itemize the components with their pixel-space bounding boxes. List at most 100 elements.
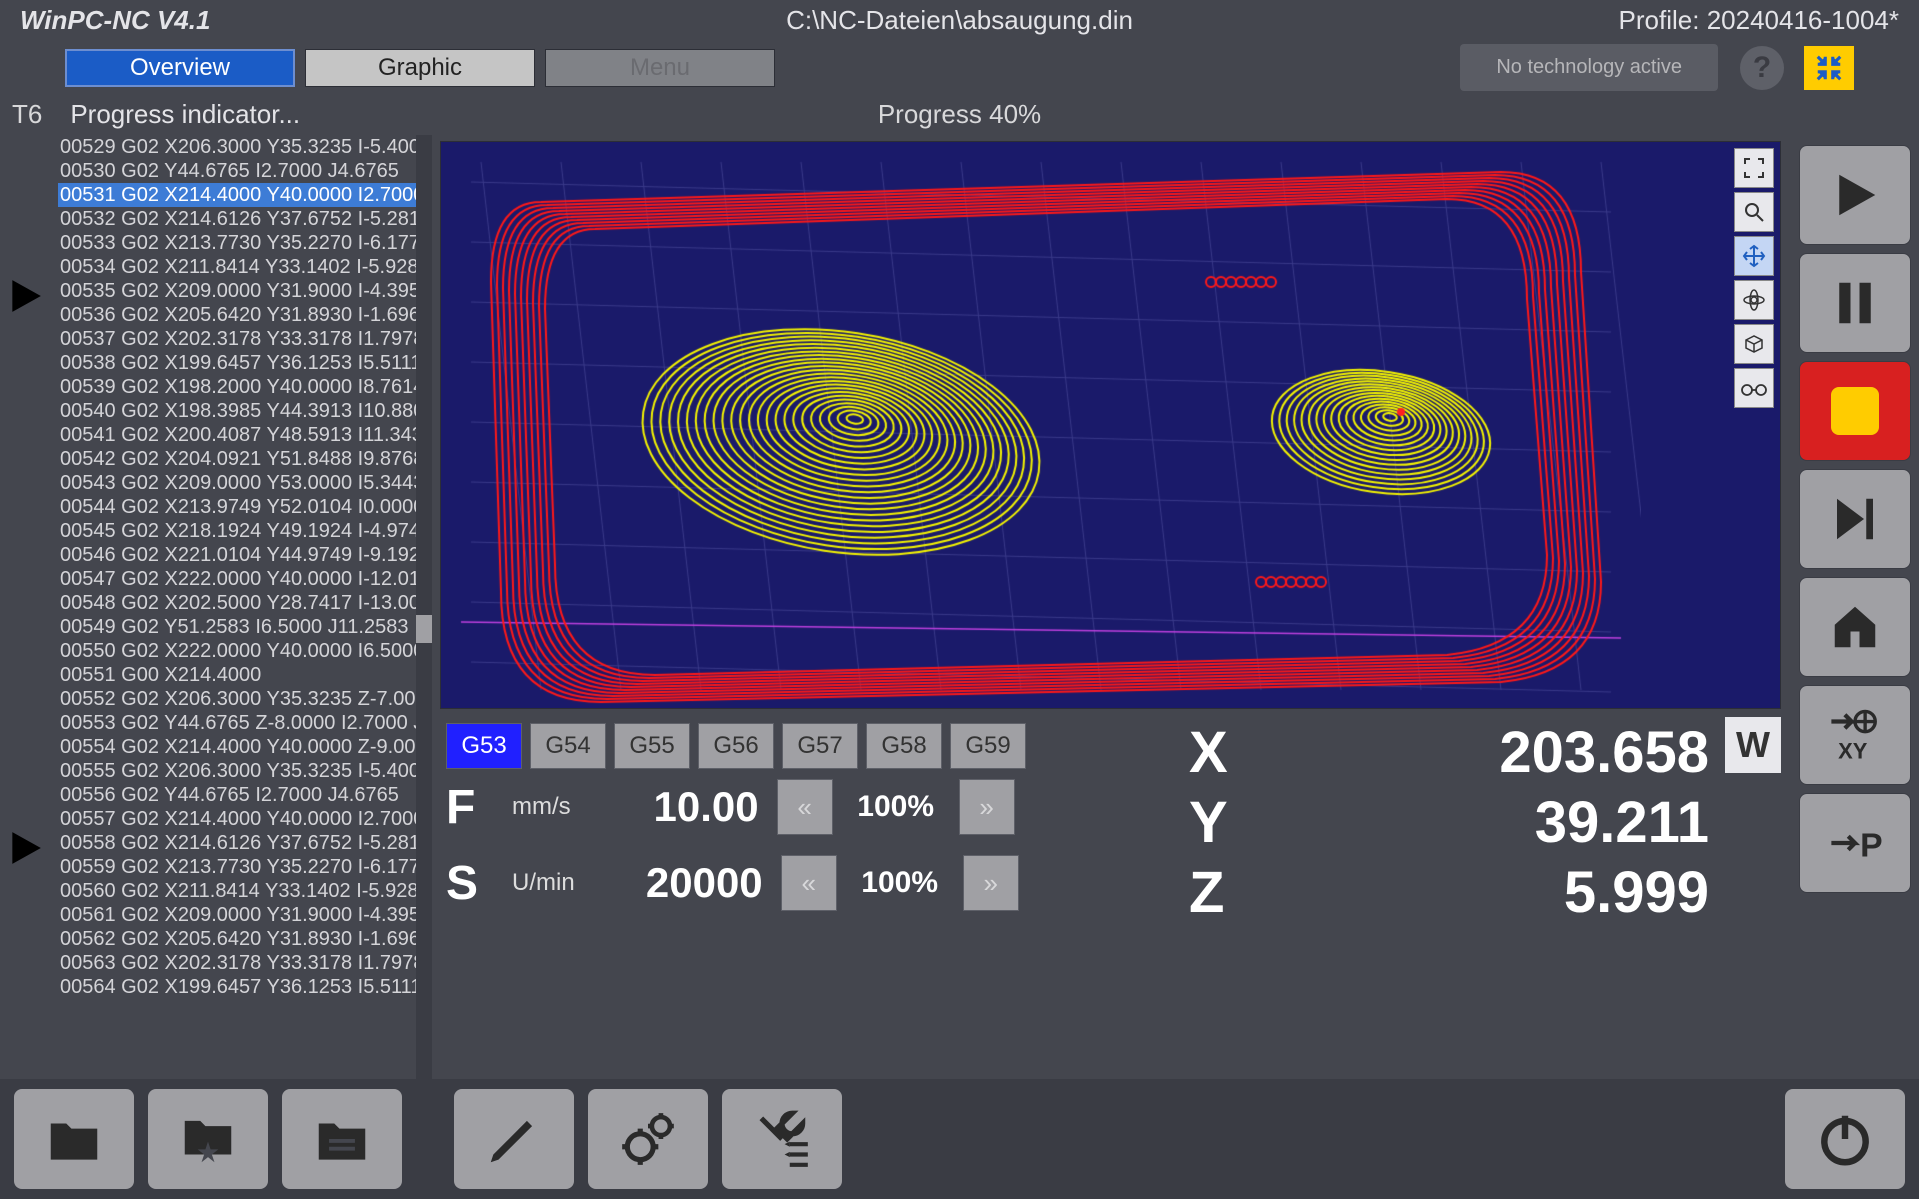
spindle-percent: 100%: [855, 866, 945, 900]
gcode-scrollbar-thumb[interactable]: [416, 615, 432, 643]
g-offset-g56[interactable]: G56: [698, 723, 774, 769]
gcode-line[interactable]: 00530 G02 Y44.6765 I2.7000 J4.6765: [58, 159, 428, 183]
zoom-button[interactable]: [1734, 192, 1774, 232]
technology-status: No technology active: [1460, 44, 1718, 91]
progress-indicator-label: Progress indicator...: [70, 99, 300, 130]
coordinate-panel: X203.658Y39.211Z5.999: [1189, 717, 1709, 927]
spindle-increase-button[interactable]: »: [963, 855, 1019, 911]
gcode-list[interactable]: 00529 G02 X206.3000 Y35.3235 I-5.4000005…: [58, 135, 428, 1079]
tab-graphic[interactable]: Graphic: [305, 49, 535, 87]
coord-value: 5.999: [1409, 859, 1709, 926]
gcode-line[interactable]: 00551 G00 X214.4000: [58, 663, 428, 687]
cube-view-button[interactable]: [1734, 324, 1774, 364]
open-file-button[interactable]: [14, 1089, 134, 1189]
gcode-line[interactable]: 00545 G02 X218.1924 Y49.1924 I-4.9749: [58, 519, 428, 543]
gcode-cursor-marker-2: [6, 825, 44, 871]
gcode-line[interactable]: 00558 G02 X214.6126 Y37.6752 I-5.2815: [58, 831, 428, 855]
gcode-line[interactable]: 00539 G02 X198.2000 Y40.0000 I8.7614: [58, 375, 428, 399]
coord-axis: Z: [1189, 859, 1224, 926]
gcode-line[interactable]: 00553 G02 Y44.6765 Z-8.0000 I2.7000 J4: [58, 711, 428, 735]
orbit-button[interactable]: [1734, 280, 1774, 320]
gcode-line[interactable]: 00563 G02 X202.3178 Y33.3178 I1.7978: [58, 951, 428, 975]
stop-button[interactable]: [1799, 361, 1911, 461]
toolbar: Overview Graphic Menu No technology acti…: [0, 40, 1919, 95]
gcode-line[interactable]: 00537 G02 X202.3178 Y33.3178 I1.7978: [58, 327, 428, 351]
fit-view-button[interactable]: [1734, 148, 1774, 188]
gcode-line[interactable]: 00555 G02 X206.3000 Y35.3235 I-5.4000: [58, 759, 428, 783]
play-button[interactable]: [1799, 145, 1911, 245]
gcode-line[interactable]: 00556 G02 Y44.6765 I2.7000 J4.6765: [58, 783, 428, 807]
power-button[interactable]: [1785, 1089, 1905, 1189]
g-offset-g59[interactable]: G59: [950, 723, 1026, 769]
recent-file-button[interactable]: [282, 1089, 402, 1189]
gcode-line[interactable]: 00560 G02 X211.8414 Y33.1402 I-5.9285: [58, 879, 428, 903]
spindle-decrease-button[interactable]: «: [781, 855, 837, 911]
gcode-line[interactable]: 00559 G02 X213.7730 Y35.2270 I-6.1774: [58, 855, 428, 879]
gcode-line[interactable]: 00544 G02 X213.9749 Y52.0104 I0.0000: [58, 495, 428, 519]
step-forward-button[interactable]: [1799, 469, 1911, 569]
gcode-line[interactable]: 00548 G02 X202.5000 Y28.7417 I-13.000: [58, 591, 428, 615]
help-button[interactable]: ?: [1740, 46, 1784, 90]
gcode-line[interactable]: 00538 G02 X199.6457 Y36.1253 I5.5111 J: [58, 351, 428, 375]
header-bar: WinPC-NC V4.1 C:\NC-Dateien\absaugung.di…: [0, 0, 1919, 40]
gcode-line[interactable]: 00547 G02 X222.0000 Y40.0000 I-12.0104: [58, 567, 428, 591]
run-control-panel: XY P: [1789, 135, 1919, 1079]
gcode-line[interactable]: 00529 G02 X206.3000 Y35.3235 I-5.4000: [58, 135, 428, 159]
xy-zero-button[interactable]: XY: [1799, 685, 1911, 785]
home-button[interactable]: [1799, 577, 1911, 677]
g-offset-g55[interactable]: G55: [614, 723, 690, 769]
edit-button[interactable]: [454, 1089, 574, 1189]
coord-axis: X: [1189, 719, 1228, 786]
g-offset-g58[interactable]: G58: [866, 723, 942, 769]
gcode-scrollbar[interactable]: [416, 135, 432, 1079]
svg-text:XY: XY: [1838, 739, 1868, 762]
favorite-file-button[interactable]: [148, 1089, 268, 1189]
gcode-line[interactable]: 00562 G02 X205.6420 Y31.8930 I-1.6960: [58, 927, 428, 951]
gcode-line[interactable]: 00536 G02 X205.6420 Y31.8930 I-1.6960: [58, 303, 428, 327]
spindle-label: S: [446, 856, 506, 911]
tools-button[interactable]: [722, 1089, 842, 1189]
gcode-line[interactable]: 00564 G02 X199.6457 Y36.1253 I5.5111 J: [58, 975, 428, 999]
w-coord-button[interactable]: W: [1725, 717, 1781, 773]
settings-button[interactable]: [588, 1089, 708, 1189]
gcode-line[interactable]: 00531 G02 X214.4000 Y40.0000 I2.7000 J: [58, 183, 428, 207]
gcode-line[interactable]: 00540 G02 X198.3985 Y44.3913 I10.8806: [58, 399, 428, 423]
collapse-button[interactable]: [1804, 46, 1854, 90]
feed-label: F: [446, 780, 506, 835]
gcode-line[interactable]: 00535 G02 X209.0000 Y31.9000 I-4.3956: [58, 279, 428, 303]
profile-label: Profile: 20240416-1004*: [1619, 5, 1899, 36]
g-offset-g57[interactable]: G57: [782, 723, 858, 769]
gcode-line[interactable]: 00549 G02 Y51.2583 I6.5000 J11.2583: [58, 615, 428, 639]
spindle-value: 20000: [593, 859, 763, 907]
coord-value: 39.211: [1409, 789, 1709, 856]
coord-row-z: Z 5.999: [1189, 857, 1709, 927]
gcode-line[interactable]: 00533 G02 X213.7730 Y35.2270 I-6.1774: [58, 231, 428, 255]
gcode-line[interactable]: 00554 G02 X214.4000 Y40.0000 Z-9.0000: [58, 735, 428, 759]
svg-text:P: P: [1860, 827, 1882, 865]
gcode-line[interactable]: 00532 G02 X214.6126 Y37.6752 I-5.2815: [58, 207, 428, 231]
file-path: C:\NC-Dateien\absaugung.din: [786, 5, 1133, 36]
gcode-line[interactable]: 00550 G02 X222.0000 Y40.0000 I6.5000 J: [58, 639, 428, 663]
gcode-line[interactable]: 00546 G02 X221.0104 Y44.9749 I-9.1924: [58, 543, 428, 567]
tab-menu[interactable]: Menu: [545, 49, 775, 87]
coord-row-y: Y39.211: [1189, 787, 1709, 857]
gcode-line[interactable]: 00542 G02 X204.0921 Y51.8488 I9.8768: [58, 447, 428, 471]
feed-increase-button[interactable]: »: [959, 779, 1015, 835]
gcode-line[interactable]: 00557 G02 X214.4000 Y40.0000 I2.7000 J: [58, 807, 428, 831]
g-offset-g53[interactable]: G53: [446, 723, 522, 769]
g-offset-g54[interactable]: G54: [530, 723, 606, 769]
pause-button[interactable]: [1799, 253, 1911, 353]
gcode-line[interactable]: 00552 G02 X206.3000 Y35.3235 Z-7.0000: [58, 687, 428, 711]
glasses-view-button[interactable]: [1734, 368, 1774, 408]
park-button[interactable]: P: [1799, 793, 1911, 893]
tool-number: T6: [12, 99, 42, 130]
gcode-line[interactable]: 00541 G02 X200.4087 Y48.5913 I11.3431: [58, 423, 428, 447]
tab-overview[interactable]: Overview: [65, 49, 295, 87]
gcode-line[interactable]: 00543 G02 X209.0000 Y53.0000 I5.3443: [58, 471, 428, 495]
gcode-line[interactable]: 00534 G02 X211.8414 Y33.1402 I-5.9285: [58, 255, 428, 279]
feed-decrease-button[interactable]: «: [777, 779, 833, 835]
pan-button[interactable]: [1734, 236, 1774, 276]
toolpath-viewport[interactable]: [440, 141, 1781, 709]
spindle-unit: U/min: [512, 869, 575, 897]
gcode-line[interactable]: 00561 G02 X209.0000 Y31.9000 I-4.3956: [58, 903, 428, 927]
